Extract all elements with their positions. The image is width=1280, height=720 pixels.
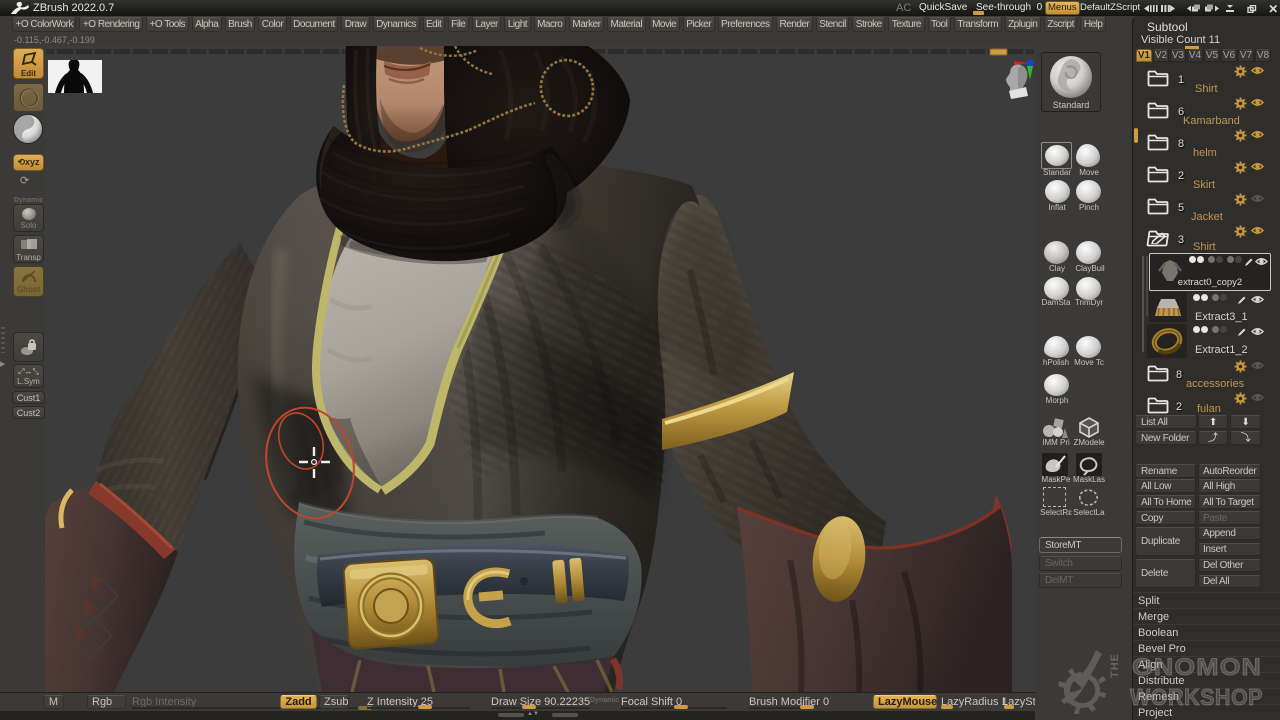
svg-text:WORKSHOP: WORKSHOP: [1130, 684, 1263, 710]
svg-text:GNOMON: GNOMON: [1132, 654, 1262, 681]
svg-text:THE: THE: [1109, 653, 1121, 678]
